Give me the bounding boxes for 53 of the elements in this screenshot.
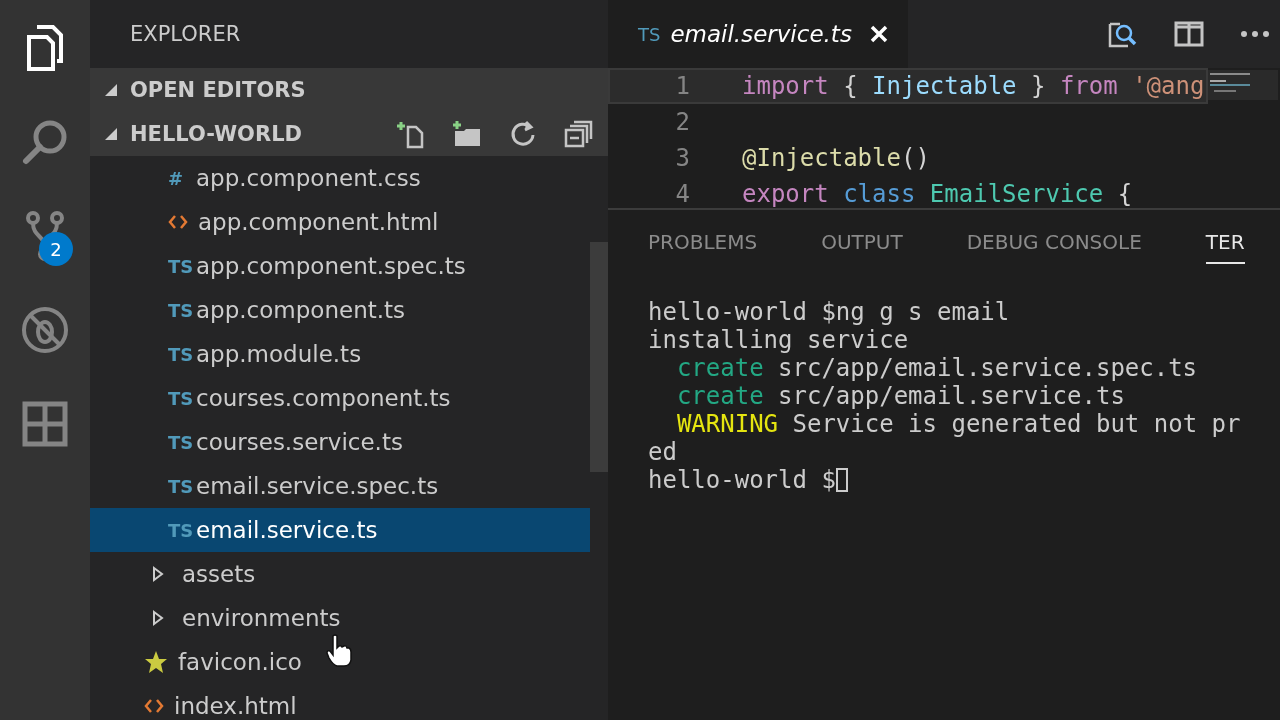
file-item[interactable]: index.html (90, 684, 590, 720)
panel-tab[interactable]: DEBUG CONSOLE (966, 230, 1142, 264)
code-icon (168, 213, 188, 231)
sidebar-title: EXPLORER (129, 21, 242, 48)
file-item[interactable]: TS courses.service.ts (90, 420, 590, 464)
file-item[interactable]: # app.component.css (90, 156, 590, 200)
no-bug-icon[interactable] (20, 305, 70, 355)
terminal-line: hello-world $ng g s email (648, 298, 1010, 326)
close-icon[interactable] (869, 25, 888, 43)
collapse-all-icon[interactable] (564, 119, 594, 149)
extensions-icon[interactable] (21, 400, 69, 448)
new-file-icon[interactable] (396, 119, 426, 149)
file-item[interactable]: assets (90, 552, 590, 596)
caret-icon (104, 83, 118, 97)
terminal-line: installing service (648, 326, 909, 354)
file-item[interactable]: TS courses.component.ts (90, 376, 590, 420)
code-line: @Injectable() (742, 144, 930, 172)
file-item[interactable]: TS app.module.ts (90, 332, 590, 376)
new-folder-icon[interactable] (452, 119, 482, 149)
editor-tab[interactable]: TS email.service.ts (608, 0, 908, 68)
terminal-line: hello-world $ (648, 466, 836, 494)
caret-icon (104, 127, 118, 141)
file-item[interactable]: TS email.service.spec.ts (90, 464, 590, 508)
line-number: 4 (674, 180, 690, 208)
terminal-line: WARNING Service is generated but not pr (675, 410, 1241, 438)
section-header[interactable]: OPEN EDITORS (90, 68, 608, 112)
code-icon (144, 697, 164, 715)
file-item[interactable]: favicon.ico (90, 640, 590, 684)
more-icon[interactable] (1240, 30, 1270, 38)
terminal-line: create src/app/email.service.spec.ts (675, 354, 1198, 382)
terminal-line: create src/app/email.service.ts (675, 382, 1125, 410)
section-header[interactable]: HELLO-WORLD (90, 112, 608, 156)
file-item[interactable]: environments (90, 596, 590, 640)
panel-tab[interactable]: TER (1205, 230, 1245, 264)
caret-icon (152, 566, 164, 582)
line-number: 1 (674, 72, 690, 100)
terminal-line: ed (648, 438, 677, 466)
count-badge: 2 (39, 232, 73, 266)
file-item[interactable]: TS email.service.ts (90, 508, 590, 552)
split-editor-icon[interactable] (1174, 20, 1204, 48)
hand-cursor-icon (326, 634, 352, 668)
file-item[interactable]: TS app.component.ts (90, 288, 590, 332)
panel-tab[interactable]: PROBLEMS (648, 230, 758, 264)
code-line: export class EmailService { (742, 180, 1133, 208)
scrollbar-thumb[interactable] (590, 242, 608, 472)
caret-icon (152, 610, 164, 626)
code-line: import { Injectable } from '@ang (742, 72, 1205, 100)
file-item[interactable]: TS app.component.spec.ts (90, 244, 590, 288)
panel-tab[interactable]: OUTPUT (821, 230, 903, 264)
star-icon (144, 650, 168, 674)
line-number: 3 (674, 144, 690, 172)
file-item[interactable]: app.component.html (90, 200, 590, 244)
line-number: 2 (674, 108, 690, 136)
